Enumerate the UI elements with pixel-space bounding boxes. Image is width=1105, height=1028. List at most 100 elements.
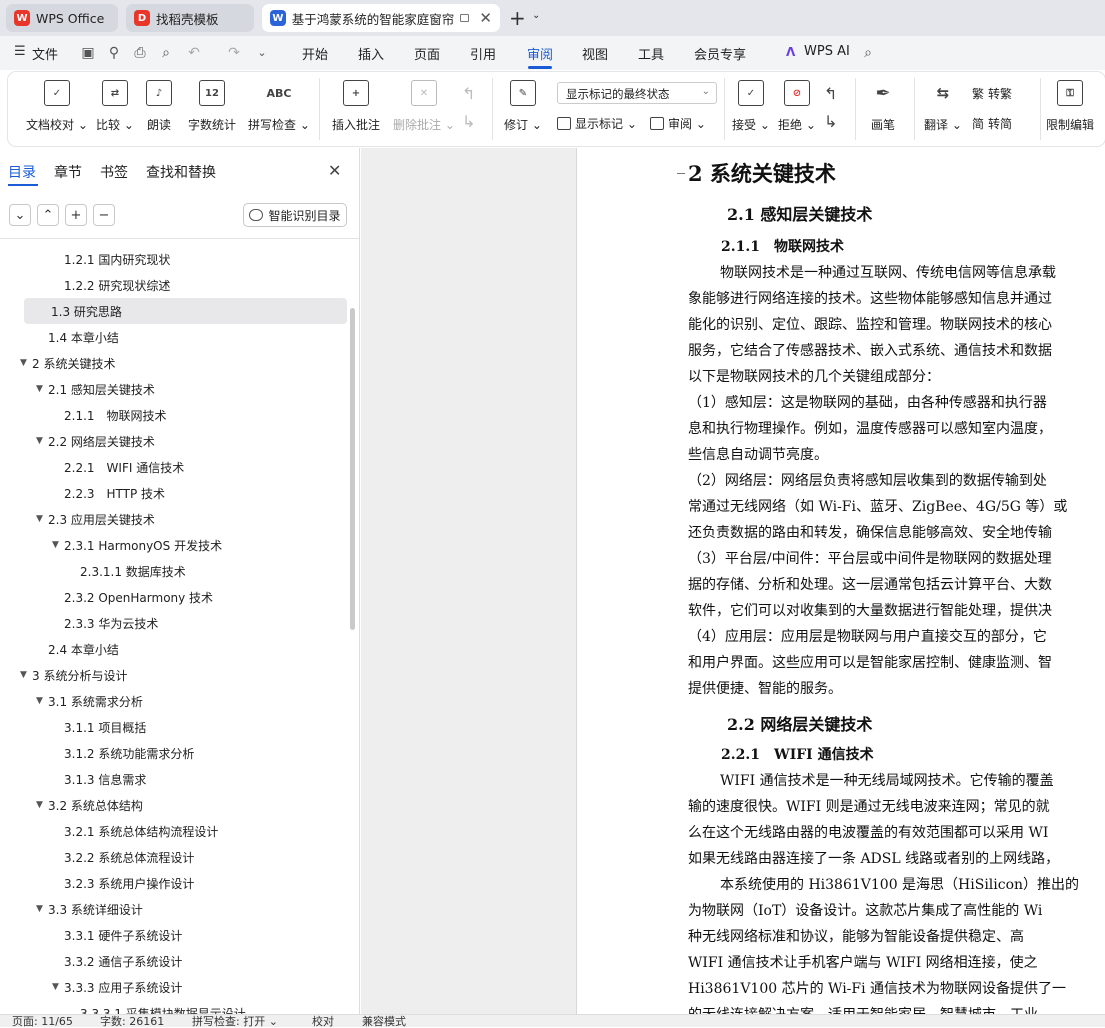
sidebar-tab-chapters[interactable]: 章节 [54,162,82,182]
close-pane-icon[interactable]: ✕ [328,161,341,180]
toc-item[interactable]: 2.2.1 WIFI 通信技术 [0,454,340,480]
toc-item[interactable]: 1.2.2 研究现状综述 [0,272,340,298]
tab-list-chevron-icon[interactable]: ⌄ [532,10,540,21]
expand-toggle-icon[interactable]: ▼ [36,696,48,706]
page-indicator[interactable]: 页面: 11/65 [12,1015,73,1028]
toc-item[interactable]: ▼ 2 系统关键技术 [0,350,340,376]
remove-heading-button[interactable]: − [93,204,115,226]
toc-item[interactable]: ▼ 3.3.3 应用子系统设计 [0,974,340,1000]
toc-scrollbar[interactable] [350,308,355,630]
toc-item[interactable]: ▼ 3.3 系统详细设计 [0,896,340,922]
share-icon[interactable]: ⚲ [106,45,122,61]
save-icon[interactable]: ▣ [80,45,96,61]
toc-item[interactable]: 3.1.1 项目概括 [0,714,340,740]
to-simplified-button[interactable]: 简 转简 [972,115,1012,132]
toc-item[interactable]: 1.4 本章小结 [0,324,340,350]
toc-item[interactable]: 2.3.3 华为云技术 [0,610,340,636]
expand-toggle-icon[interactable]: ▼ [36,384,48,394]
expand-toggle-icon[interactable]: ▼ [52,540,64,550]
menu-review[interactable]: 审阅 [527,44,553,63]
markup-view-select[interactable]: 显示标记的最终状态 ⌄ [557,82,717,104]
toc-item[interactable]: ▼ 2.2 网络层关键技术 [0,428,340,454]
restrict-edit-button[interactable]: ⚿ 限制编辑 [1046,80,1094,133]
menu-start[interactable]: 开始 [302,44,328,63]
toc-item[interactable]: 3.3.3.1 采集模块数据显示设计 [0,1000,340,1015]
toc-item[interactable]: ▼ 3.2 系统总体结构 [0,792,340,818]
print-preview-icon[interactable]: ⌕ [158,45,174,61]
collapse-level-button[interactable]: ⌄ [9,204,31,226]
hamburger-icon[interactable]: ☰ [14,44,26,59]
prev-change-icon[interactable]: ↰ [824,84,837,103]
word-count-status[interactable]: 字数: 26161 [100,1015,164,1028]
expand-level-button[interactable]: ⌃ [37,204,59,226]
tab-docer-templates[interactable]: D 找稻壳模板 [126,4,254,32]
menu-view[interactable]: 视图 [582,44,608,63]
toc-item[interactable]: 3.3.2 通信子系统设计 [0,948,340,974]
toc-item[interactable]: 3.2.3 系统用户操作设计 [0,870,340,896]
sidebar-tab-toc[interactable]: 目录 [8,162,36,182]
smart-toc-button[interactable]: 智能识别目录 [243,203,347,227]
toc-item[interactable]: ▼ 2.3.1 HarmonyOS 开发技术 [0,532,340,558]
sidebar-tab-bookmarks[interactable]: 书签 [100,162,128,182]
translate-button[interactable]: ⇆ 翻译 ⌄ [924,80,962,133]
spell-check-status[interactable]: 拼写检查: 打开 ⌄ [192,1015,278,1028]
expand-toggle-icon[interactable]: ▼ [36,904,48,914]
proofread-status[interactable]: 校对 [312,1015,334,1028]
to-traditional-button[interactable]: 繁 转繁 [972,85,1012,102]
undo-icon[interactable]: ↶ [186,45,202,61]
expand-toggle-icon[interactable]: ▼ [36,436,48,446]
menu-insert[interactable]: 插入 [358,44,384,63]
quick-access-chevron-icon[interactable]: ⌄ [254,45,270,61]
insert-comment-button[interactable]: + 插入批注 [332,80,380,133]
toc-item[interactable]: 3.1.2 系统功能需求分析 [0,740,340,766]
menu-wps-ai[interactable]: WPS AI [804,44,850,59]
toc-item[interactable]: 2.4 本章小结 [0,636,340,662]
tab-current-document[interactable]: W 基于鸿蒙系统的智能家庭窗帘控 ✕ [262,4,500,32]
add-heading-button[interactable]: + [65,204,87,226]
menu-tools[interactable]: 工具 [638,44,664,63]
new-tab-icon[interactable]: + [509,6,526,30]
tab-wps-office[interactable]: W WPS Office [6,4,118,32]
redo-icon[interactable]: ↷ [226,45,242,61]
print-icon[interactable]: ⎙ [132,45,148,61]
prev-comment-icon[interactable]: ↰ [462,84,475,103]
expand-toggle-icon[interactable]: ▼ [20,358,32,368]
expand-toggle-icon[interactable]: ▼ [20,670,32,680]
toc-item[interactable]: 2.3.1.1 数据库技术 [0,558,340,584]
window-icon[interactable] [459,14,470,22]
toc-item[interactable]: 2.3.2 OpenHarmony 技术 [0,584,340,610]
compare-button[interactable]: ⇄ 比较 ⌄ [96,80,134,133]
delete-comment-button[interactable]: ✕ 删除批注 ⌄ [393,80,455,133]
expand-toggle-icon[interactable]: ▼ [52,982,64,992]
search-icon[interactable]: ⌕ [860,45,876,61]
doc-proofread-button[interactable]: ✓ 文档校对 ⌄ [26,80,88,133]
toc-item[interactable]: 3.3.1 硬件子系统设计 [0,922,340,948]
next-comment-icon[interactable]: ↳ [462,112,475,131]
reject-button[interactable]: ⊘ 拒绝 ⌄ [778,80,816,133]
ink-button[interactable]: ✒ 画笔 [870,80,896,133]
spell-check-button[interactable]: ABC 拼写检查 ⌄ [248,80,310,133]
close-tab-icon[interactable]: ✕ [479,9,492,27]
read-aloud-button[interactable]: ♪ 朗读 [146,80,172,133]
toc-item[interactable]: 3.1.3 信息需求 [0,766,340,792]
menu-member[interactable]: 会员专享 [694,44,746,63]
word-count-button[interactable]: 12 字数统计 [188,80,236,133]
show-markup-button[interactable]: 显示标记 ⌄ [557,115,637,132]
toc-item[interactable]: ▼ 3.1 系统需求分析 [0,688,340,714]
toc-item[interactable]: 1.2.1 国内研究现状 [0,246,340,272]
toc-item[interactable]: 3.2.1 系统总体结构流程设计 [0,818,340,844]
toc-item[interactable]: ▼ 3 系统分析与设计 [0,662,340,688]
menu-file[interactable]: 文件 [32,44,58,63]
toc-item[interactable]: 2.1.1 物联网技术 [0,402,340,428]
toc-item[interactable]: ▼ 2.1 感知层关键技术 [0,376,340,402]
menu-page[interactable]: 页面 [414,44,440,63]
expand-toggle-icon[interactable]: ▼ [36,514,48,524]
toc-item[interactable]: ▼ 2.3 应用层关键技术 [0,506,340,532]
accept-button[interactable]: ✓ 接受 ⌄ [732,80,770,133]
toc-item[interactable]: 1.3 研究思路 [24,298,347,324]
menu-references[interactable]: 引用 [470,44,496,63]
review-pane-button[interactable]: 审阅 ⌄ [650,115,706,132]
document-page[interactable]: 2 系统关键技术 2.1 感知层关键技术 2.1.1 物联网技术 物联网技术是一种通过… [576,148,1105,1014]
sidebar-tab-find-replace[interactable]: 查找和替换 [146,162,216,182]
toc-item[interactable]: 2.2.3 HTTP 技术 [0,480,340,506]
